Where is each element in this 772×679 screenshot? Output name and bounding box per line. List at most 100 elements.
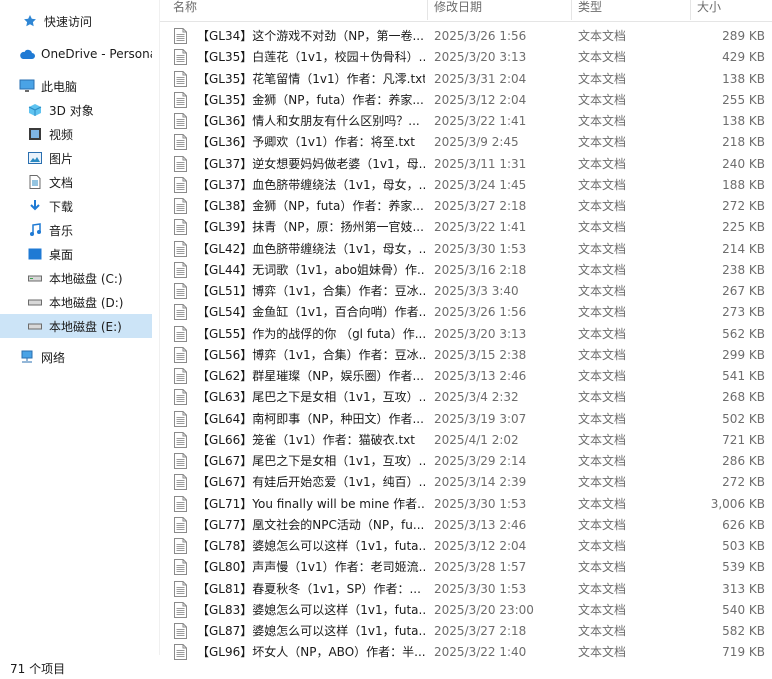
file-row[interactable]: 【GL35】花笔留情（1v1）作者：凡澪.txt 2025/3/31 2:04 文本… bbox=[160, 69, 772, 90]
file-row[interactable]: 【GL83】婆媳怎么可以这样（1v1，futa... 2025/3/20 23:0… bbox=[160, 600, 772, 621]
file-row[interactable]: 【GL34】这个游戏不对劲（NP，第一卷... 2025/3/26 1:56 文本文… bbox=[160, 26, 772, 47]
file-name: 【GL39】抹青（NP，原：扬州第一官妓... bbox=[197, 220, 424, 234]
file-name: 【GL96】坏女人（NP，ABO）作者：半... bbox=[197, 645, 425, 659]
nav-onedrive[interactable]: OneDrive - Persona bbox=[0, 42, 152, 66]
column-header-bar: 名称 修改日期 类型 大小 bbox=[160, 0, 772, 22]
file-size: 721 KB bbox=[722, 433, 765, 447]
file-row[interactable]: 【GL36】情人和女朋友有什么区别吗？... 2025/3/22 1:41 文本文档… bbox=[160, 111, 772, 132]
nav-documents[interactable]: 文档 bbox=[0, 170, 152, 194]
nav-music[interactable]: 音乐 bbox=[0, 218, 152, 242]
nav-network[interactable]: 网络 bbox=[0, 345, 152, 369]
text-file-icon bbox=[174, 177, 187, 193]
file-size: 286 KB bbox=[722, 454, 765, 468]
file-row[interactable]: 【GL42】血色脐带缠绕法（1v1，母女，... 2025/3/30 1:53 文本… bbox=[160, 239, 772, 260]
file-row[interactable]: 【GL96】坏女人（NP，ABO）作者：半... 2025/3/22 1:40 文本… bbox=[160, 642, 772, 663]
column-header-name[interactable]: 名称 bbox=[173, 0, 423, 20]
text-file-icon bbox=[174, 283, 187, 299]
file-row[interactable]: 【GL39】抹青（NP，原：扬州第一官妓... 2025/3/22 1:41 文本文… bbox=[160, 217, 772, 238]
file-type: 文本文档 bbox=[578, 603, 627, 617]
file-name: 【GL77】凰文社会的NPC活动（NP，fu... bbox=[197, 518, 425, 532]
file-modified-date: 2025/3/20 23:00 bbox=[434, 603, 534, 617]
column-header-size[interactable]: 大小 bbox=[697, 0, 767, 20]
file-row[interactable]: 【GL87】婆媳怎么可以这样（1v1，futa... 2025/3/27 2:18… bbox=[160, 621, 772, 642]
file-modified-date: 2025/3/12 2:04 bbox=[434, 539, 527, 553]
file-modified-date: 2025/3/9 2:45 bbox=[434, 135, 519, 149]
nav-this-pc[interactable]: 此电脑 bbox=[0, 74, 152, 98]
file-size: 255 KB bbox=[722, 93, 765, 107]
text-file-icon bbox=[174, 113, 187, 129]
nav-pictures[interactable]: 图片 bbox=[0, 146, 152, 170]
file-size: 272 KB bbox=[722, 199, 765, 213]
file-size: 502 KB bbox=[722, 412, 765, 426]
file-row[interactable]: 【GL67】尾巴之下是女相（1v1，互攻）... 2025/3/29 2:14 文本… bbox=[160, 451, 772, 472]
text-file-icon bbox=[174, 134, 187, 150]
file-row[interactable]: 【GL56】博弈（1v1，合集）作者：豆冰... 2025/3/15 2:38 文本… bbox=[160, 345, 772, 366]
file-row[interactable]: 【GL38】金狮（NP，futa）作者：养家... 2025/3/27 2:18 文… bbox=[160, 196, 772, 217]
file-modified-date: 2025/3/16 2:18 bbox=[434, 263, 527, 277]
file-size: 289 KB bbox=[722, 29, 765, 43]
file-row[interactable]: 【GL71】You finally will be mine 作者... 2025… bbox=[160, 494, 772, 515]
file-row[interactable]: 【GL36】予卿欢（1v1）作者：将至.txt 2025/3/9 2:45 文本文档… bbox=[160, 132, 772, 153]
file-type: 文本文档 bbox=[578, 284, 627, 298]
file-name: 【GL62】群星璀璨（NP，娱乐圈）作者... bbox=[197, 369, 424, 383]
text-file-icon bbox=[174, 92, 187, 108]
file-row[interactable]: 【GL63】尾巴之下是女相（1v1，互攻）... 2025/3/4 2:32 文本文… bbox=[160, 387, 772, 408]
nav-drive-c[interactable]: 本地磁盘 (C:) bbox=[0, 266, 152, 290]
nav-downloads[interactable]: 下载 bbox=[0, 194, 152, 218]
file-row[interactable]: 【GL54】金鱼缸（1v1，百合向哨）作者... 2025/3/26 1:56 文本… bbox=[160, 302, 772, 323]
file-name: 【GL35】花笔留情（1v1）作者：凡澪.txt bbox=[197, 72, 425, 86]
text-file-icon bbox=[174, 326, 187, 342]
text-file-icon bbox=[174, 49, 187, 65]
file-name: 【GL38】金狮（NP，futa）作者：养家... bbox=[197, 199, 424, 213]
column-header-type[interactable]: 类型 bbox=[578, 0, 688, 20]
file-name: 【GL87】婆媳怎么可以这样（1v1，futa... bbox=[197, 624, 425, 638]
nav-videos[interactable]: 视频 bbox=[0, 122, 152, 146]
file-name: 【GL71】You finally will be mine 作者... bbox=[197, 497, 425, 511]
text-file-icon bbox=[174, 623, 187, 639]
nav-3d-objects[interactable]: 3D 对象 bbox=[0, 98, 152, 122]
file-size: 626 KB bbox=[722, 518, 765, 532]
nav-quick-access[interactable]: 快速访问 bbox=[0, 9, 152, 33]
text-file-icon bbox=[174, 156, 187, 172]
file-name: 【GL81】春夏秋冬（1v1，SP）作者：... bbox=[197, 582, 421, 596]
file-size: 3,006 KB bbox=[710, 497, 765, 511]
column-resize-handle[interactable] bbox=[571, 0, 572, 20]
file-row[interactable]: 【GL35】金狮（NP，futa）作者：养家... 2025/3/12 2:04 文… bbox=[160, 90, 772, 111]
file-name: 【GL51】博弈（1v1，合集）作者：豆冰... bbox=[197, 284, 425, 298]
column-resize-handle[interactable] bbox=[427, 0, 428, 20]
file-size: 299 KB bbox=[722, 348, 765, 362]
file-modified-date: 2025/3/29 2:14 bbox=[434, 454, 527, 468]
nav-drive-e[interactable]: 本地磁盘 (E:) bbox=[0, 314, 152, 338]
file-row[interactable]: 【GL66】笼雀（1v1）作者：猫破衣.txt 2025/4/1 2:02 文本文档… bbox=[160, 430, 772, 451]
file-row[interactable]: 【GL44】无词歌（1v1，abo姐妹骨）作... 2025/3/16 2:18 文… bbox=[160, 260, 772, 281]
column-resize-handle[interactable] bbox=[690, 0, 691, 20]
file-row[interactable]: 【GL64】南柯即事（NP，种田文）作者... 2025/3/19 3:07 文本文… bbox=[160, 409, 772, 430]
file-row[interactable]: 【GL78】婆媳怎么可以这样（1v1，futa... 2025/3/12 2:04… bbox=[160, 536, 772, 557]
file-name: 【GL66】笼雀（1v1）作者：猫破衣.txt bbox=[197, 433, 415, 447]
file-row[interactable]: 【GL62】群星璀璨（NP，娱乐圈）作者... 2025/3/13 2:46 文本文… bbox=[160, 366, 772, 387]
file-size: 719 KB bbox=[722, 645, 765, 659]
text-file-icon bbox=[174, 496, 187, 512]
column-header-date[interactable]: 修改日期 bbox=[434, 0, 569, 20]
file-type: 文本文档 bbox=[578, 327, 627, 341]
nav-desktop[interactable]: 桌面 bbox=[0, 242, 152, 266]
file-row[interactable]: 【GL67】有娃后开始恋爱（1v1，纯百）... 2025/3/14 2:39 文本… bbox=[160, 472, 772, 493]
file-row[interactable]: 【GL80】声声慢（1v1）作者：老司姬流... 2025/3/28 1:57 文本… bbox=[160, 557, 772, 578]
text-file-icon bbox=[174, 602, 187, 618]
file-row[interactable]: 【GL81】春夏秋冬（1v1，SP）作者：... 2025/3/30 1:53 文本… bbox=[160, 579, 772, 600]
file-type: 文本文档 bbox=[578, 135, 627, 149]
file-row[interactable]: 【GL55】作为的战俘的你 （gl futa）作... 2025/3/20 3:1… bbox=[160, 324, 772, 345]
file-size: 272 KB bbox=[722, 475, 765, 489]
file-row[interactable]: 【GL37】血色脐带缠绕法（1v1，母女，... 2025/3/24 1:45 文本… bbox=[160, 175, 772, 196]
text-file-icon bbox=[174, 262, 187, 278]
nav-drive-d[interactable]: 本地磁盘 (D:) bbox=[0, 290, 152, 314]
file-row[interactable]: 【GL51】博弈（1v1，合集）作者：豆冰... 2025/3/3 3:40 文本文… bbox=[160, 281, 772, 302]
text-file-icon bbox=[174, 219, 187, 235]
file-row[interactable]: 【GL37】逆女想要妈妈做老婆（1v1，母... 2025/3/11 1:31 文本… bbox=[160, 154, 772, 175]
file-row[interactable]: 【GL77】凰文社会的NPC活动（NP，fu... 2025/3/13 2:46 文… bbox=[160, 515, 772, 536]
file-row[interactable]: 【GL35】白莲花（1v1，校园＋伪骨科）... 2025/3/20 3:13 文本… bbox=[160, 47, 772, 68]
file-type: 文本文档 bbox=[578, 624, 627, 638]
file-size: 138 KB bbox=[722, 114, 765, 128]
file-type: 文本文档 bbox=[578, 178, 627, 192]
file-size: 240 KB bbox=[722, 157, 765, 171]
